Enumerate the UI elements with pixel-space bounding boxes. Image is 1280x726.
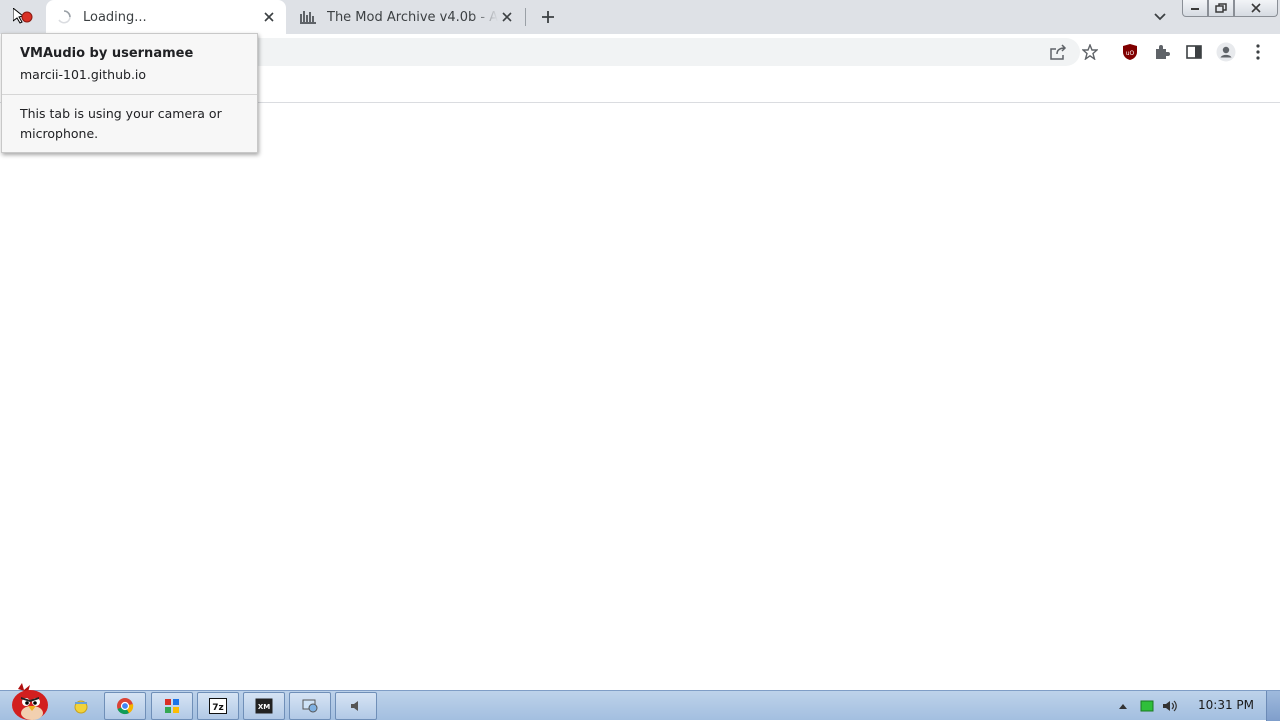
popup-divider	[2, 94, 257, 95]
restore-button[interactable]	[1208, 0, 1234, 17]
share-icon[interactable]	[1048, 42, 1068, 62]
menu-icon[interactable]	[1248, 42, 1268, 62]
popup-message: This tab is using your camera or microph…	[20, 106, 222, 141]
chevron-down-icon	[1154, 13, 1166, 21]
7zip-icon[interactable]: 7z	[197, 692, 239, 720]
xm-icon[interactable]: XM	[243, 692, 285, 720]
address-bar[interactable]	[220, 38, 1080, 66]
restore-icon	[1215, 3, 1227, 13]
minimize-button[interactable]	[1182, 0, 1208, 17]
mod-archive-icon	[300, 9, 316, 25]
svg-text:7z: 7z	[212, 703, 224, 713]
close-tab-icon[interactable]	[498, 8, 516, 26]
close-window-button[interactable]	[1234, 0, 1278, 17]
speaker-app-icon[interactable]	[335, 692, 377, 720]
tab-mod-archive[interactable]: The Mod Archive v4.0b - A distinctive co…	[290, 0, 524, 34]
close-icon	[1251, 3, 1261, 13]
new-tab-button[interactable]	[537, 6, 559, 28]
popup-origin: marcii-101.github.io	[20, 67, 147, 82]
tab-strip: Loading... The Mod Archive v4.0b - A dis…	[0, 0, 1280, 34]
popup-title: VMAudio by usernamee	[20, 46, 194, 61]
show-desktop-button[interactable]	[1266, 691, 1280, 721]
media-usage-popup: VMAudio by usernamee marcii-101.github.i…	[1, 33, 258, 153]
svg-text:XM: XM	[258, 703, 270, 711]
system-clock[interactable]: 10:31 PM	[1190, 698, 1262, 712]
tab-title: Loading...	[83, 9, 147, 25]
angry-birds-start-icon[interactable]	[6, 683, 50, 721]
side-panel-icon[interactable]	[1184, 42, 1204, 62]
show-hidden-icons-icon[interactable]	[1115, 698, 1131, 714]
taskbar: 7z XM 10:31 PM	[0, 683, 1280, 721]
bookmark-star-icon[interactable]	[1080, 42, 1100, 62]
recording-indicator-icon[interactable]	[12, 6, 33, 26]
loading-spinner-icon	[56, 9, 72, 25]
explorer-icon[interactable]	[60, 692, 102, 720]
chrome-icon[interactable]	[104, 692, 146, 720]
network-icon[interactable]	[289, 692, 331, 720]
volume-icon[interactable]	[1162, 698, 1178, 714]
paint-palette-icon[interactable]	[151, 692, 193, 720]
minimize-icon	[1191, 8, 1199, 10]
tab-title: The Mod Archive v4.0b - A distinctive co…	[327, 9, 498, 25]
battery-icon[interactable]	[1139, 698, 1155, 714]
tab-search-button[interactable]	[1150, 7, 1170, 27]
tab-separator	[525, 8, 526, 26]
profile-icon[interactable]	[1216, 42, 1236, 62]
ublock-icon[interactable]: uO	[1120, 42, 1140, 62]
tab-loading[interactable]: Loading...	[46, 0, 286, 34]
close-tab-icon[interactable]	[260, 8, 278, 26]
svg-text:uO: uO	[1126, 50, 1135, 57]
extensions-icon[interactable]	[1152, 42, 1172, 62]
plus-icon	[542, 11, 554, 23]
window-controls	[1182, 0, 1278, 18]
